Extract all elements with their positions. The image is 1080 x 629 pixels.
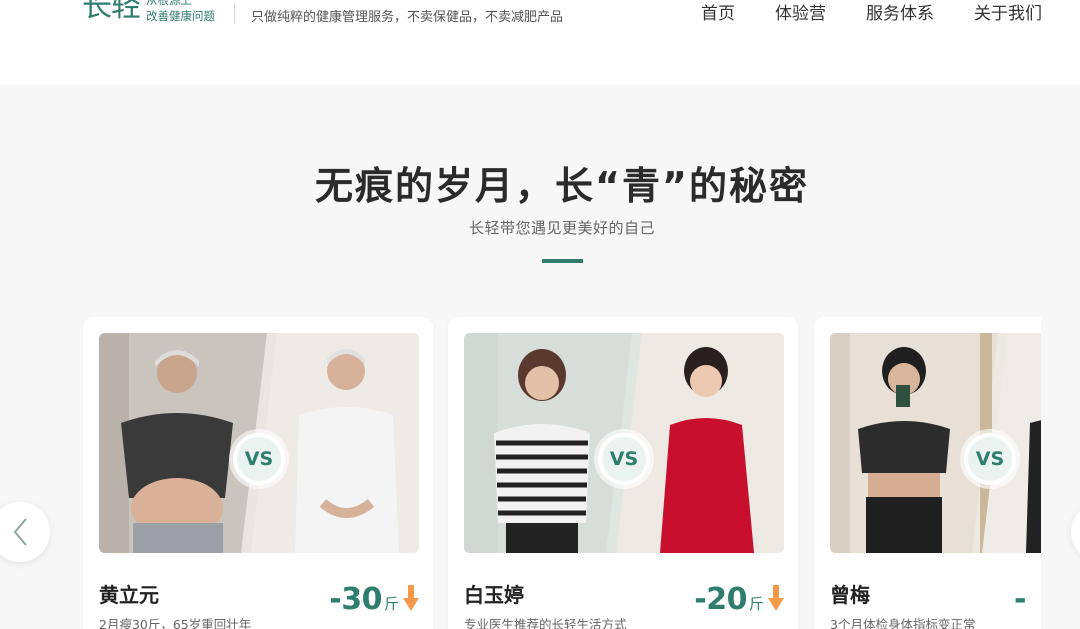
testimonial-carousel: VS 黄立元 2月瘦30斤，65岁重回壮年 -30 斤 VS 白玉婷 专业医生推… <box>83 317 1041 629</box>
logo-mark: 长轻 <box>82 0 141 24</box>
header-tagline: 只做纯粹的健康管理服务，不卖保健品，不卖减肥产品 <box>251 10 564 25</box>
card-description: 2月瘦30斤，65岁重回壮年 <box>99 617 252 629</box>
before-after-photo: VS <box>464 333 784 553</box>
before-after-photo: VS <box>99 333 419 553</box>
nav-item-about[interactable]: 关于我们 <box>974 0 1042 24</box>
main-nav: 首页 体验营 服务体系 关于我们 <box>701 0 1042 24</box>
testimonial-card[interactable]: VS 黄立元 2月瘦30斤，65岁重回壮年 -30 斤 <box>83 317 433 629</box>
logo-slogan: 从根源上 改善健康问题 <box>146 0 215 24</box>
vs-badge: VS <box>964 433 1016 485</box>
weight-loss-unit: 斤 <box>383 595 399 613</box>
arrow-down-icon <box>403 585 419 611</box>
card-name: 黄立元 <box>99 583 159 607</box>
chevron-left-icon <box>13 518 27 546</box>
logo[interactable]: 长轻 从根源上 改善健康问题 <box>82 0 215 24</box>
section-title: 无痕的岁月，长“青”的秘密 <box>315 164 809 208</box>
weight-loss: -30 斤 <box>329 582 419 617</box>
vs-badge: VS <box>233 433 285 485</box>
weight-loss-unit: 斤 <box>748 595 764 613</box>
vs-label: VS <box>968 437 1012 481</box>
carousel-next-button[interactable] <box>1071 502 1080 562</box>
logo-slogan-line2: 改善健康问题 <box>146 9 215 23</box>
nav-item-camp[interactable]: 体验营 <box>775 0 826 24</box>
weight-loss: -20 斤 <box>694 582 784 617</box>
logo-slogan-line1: 从根源上 <box>146 0 192 7</box>
nav-item-home[interactable]: 首页 <box>701 0 735 24</box>
vs-label: VS <box>237 437 281 481</box>
weight-loss-value: - <box>1014 582 1026 617</box>
before-after-photo: VS <box>830 333 1041 553</box>
section-subtitle: 长轻带您遇见更美好的自己 <box>468 219 655 237</box>
testimonial-card[interactable]: VS 白玉婷 专业医生推荐的长轻生活方式 -20 斤 <box>448 317 798 629</box>
weight-loss: - <box>1014 582 1026 617</box>
weight-loss-value: -20 <box>694 582 747 617</box>
card-description: 3个月体检身体指标变正常 <box>830 617 976 629</box>
arrow-down-icon <box>768 585 784 611</box>
header-spacer <box>0 48 1080 85</box>
vs-label: VS <box>602 437 646 481</box>
header-divider <box>234 2 235 24</box>
carousel-prev-button[interactable] <box>0 502 50 562</box>
card-name: 曾梅 <box>830 583 870 607</box>
nav-item-services[interactable]: 服务体系 <box>866 0 934 24</box>
vs-badge: VS <box>598 433 650 485</box>
card-name: 白玉婷 <box>464 583 524 607</box>
card-description: 专业医生推荐的长轻生活方式 <box>464 617 627 629</box>
site-header: 长轻 从根源上 改善健康问题 只做纯粹的健康管理服务，不卖保健品，不卖减肥产品 … <box>0 0 1080 48</box>
testimonial-card[interactable]: VS 曾梅 3个月体检身体指标变正常 - <box>814 317 1041 629</box>
weight-loss-value: -30 <box>329 582 382 617</box>
title-underline <box>542 259 583 263</box>
